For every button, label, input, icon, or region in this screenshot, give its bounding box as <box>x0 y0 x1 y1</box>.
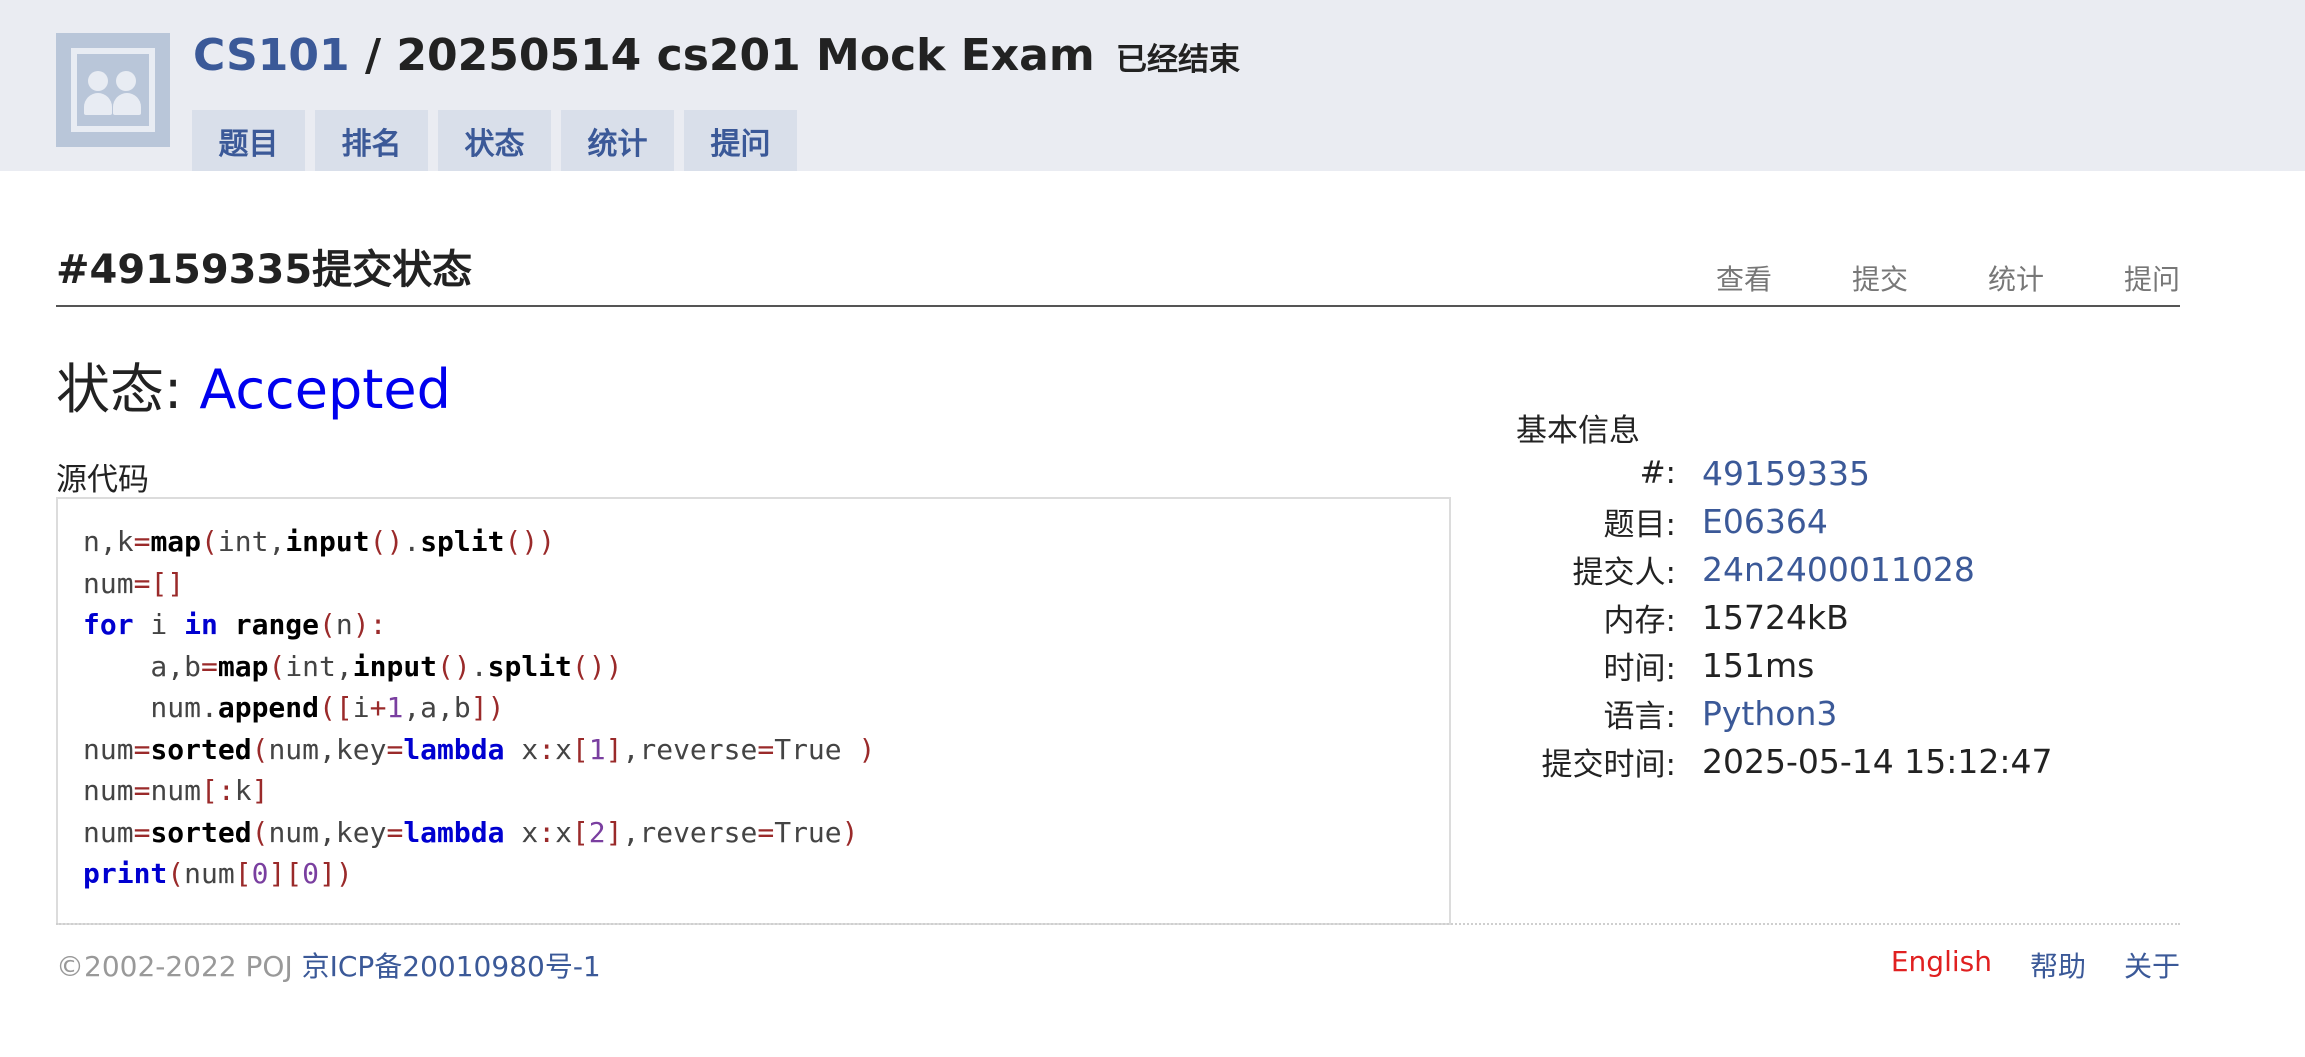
info-key: 提交人: <box>1572 554 1676 591</box>
tab-questions[interactable]: 提问 <box>684 110 797 171</box>
logo-person-body-right <box>113 93 141 115</box>
status-value: Accepted <box>199 358 451 421</box>
icp-link[interactable]: 京ICP备20010980号-1 <box>302 950 601 983</box>
logo-person-body-left <box>84 93 112 115</box>
contest-status: 已经结束 <box>1116 42 1241 78</box>
info-row-submit-time: 提交时间: 2025-05-14 15:12:47 <box>1500 737 2053 785</box>
help-link[interactable]: 帮助 <box>2030 945 2086 985</box>
info-row-id: #: 49159335 <box>1500 449 2052 497</box>
status-label: 状态: <box>56 358 200 421</box>
sub-link-questions[interactable]: 提问 <box>2124 258 2180 298</box>
info-heading: 基本信息 <box>1516 413 1640 449</box>
info-key: 题目: <box>1603 506 1676 543</box>
info-key: #: <box>1639 455 1676 491</box>
logo-person-head-right <box>116 71 136 91</box>
title-separator: / <box>349 30 397 81</box>
info-table: #: 49159335 题目: E06364 提交人: 24n240001102… <box>1500 449 2053 785</box>
memory-value: 15724kB <box>1702 597 1849 637</box>
info-key: 语言: <box>1603 698 1676 735</box>
header: CS101 / 20250514 cs201 Mock Exam 已经结束 题目… <box>0 0 2305 171</box>
language-english-link[interactable]: English <box>1891 945 1992 985</box>
footer-divider <box>56 923 2180 925</box>
submitter-link[interactable]: 24n2400011028 <box>1702 550 1975 589</box>
sub-link-statistics[interactable]: 统计 <box>1988 258 2044 298</box>
info-row-submitter: 提交人: 24n2400011028 <box>1500 545 2052 593</box>
info-row-time: 时间: 151ms <box>1500 641 2052 689</box>
tab-problems[interactable]: 题目 <box>192 110 305 171</box>
info-key: 时间: <box>1603 650 1676 687</box>
tab-statistics[interactable]: 统计 <box>561 110 674 171</box>
copyright: ©2002-2022 POJ 京ICP备20010980号-1 <box>56 945 601 985</box>
logo-person-head-left <box>88 71 108 91</box>
footer-links: English 帮助 关于 <box>1853 945 2180 985</box>
title-divider <box>56 305 2180 307</box>
contest-nav: 题目 排名 状态 统计 提问 <box>192 110 797 171</box>
source-code-label: 源代码 <box>56 462 149 498</box>
submission-id-link[interactable]: 49159335 <box>1702 454 1870 493</box>
info-key: 提交时间: <box>1541 746 1676 783</box>
status-line: 状态: Accepted <box>56 345 451 424</box>
contest-name: 20250514 cs201 Mock Exam <box>396 30 1095 81</box>
contest-title: CS101 / 20250514 cs201 Mock Exam 已经结束 <box>193 26 1240 90</box>
info-key: 内存: <box>1603 602 1676 639</box>
logo-frame <box>71 48 155 132</box>
course-link[interactable]: CS101 <box>193 30 350 81</box>
language-link[interactable]: Python3 <box>1702 694 1837 733</box>
copyright-text: ©2002-2022 POJ <box>56 950 302 983</box>
time-value: 151ms <box>1702 645 1815 685</box>
page-title: #49159335提交状态 <box>56 247 473 293</box>
info-row-memory: 内存: 15724kB <box>1500 593 2052 641</box>
info-row-language: 语言: Python3 <box>1500 689 2052 737</box>
tab-ranking[interactable]: 排名 <box>315 110 428 171</box>
tab-status[interactable]: 状态 <box>438 110 551 171</box>
source-code: n,k=map(int,input().split()) num=[] for … <box>83 525 876 890</box>
submit-time-value: 2025-05-14 15:12:47 <box>1702 741 2053 781</box>
sub-link-submit[interactable]: 提交 <box>1852 258 1908 298</box>
info-row-problem: 题目: E06364 <box>1500 497 2052 545</box>
course-logo-icon[interactable] <box>56 33 170 147</box>
source-code-box[interactable]: n,k=map(int,input().split()) num=[] for … <box>56 497 1451 925</box>
submission-sub-nav: 查看 提交 统计 提问 <box>1636 258 2180 298</box>
about-link[interactable]: 关于 <box>2124 945 2180 985</box>
problem-link[interactable]: E06364 <box>1702 502 1828 541</box>
sub-link-view[interactable]: 查看 <box>1716 258 1772 298</box>
